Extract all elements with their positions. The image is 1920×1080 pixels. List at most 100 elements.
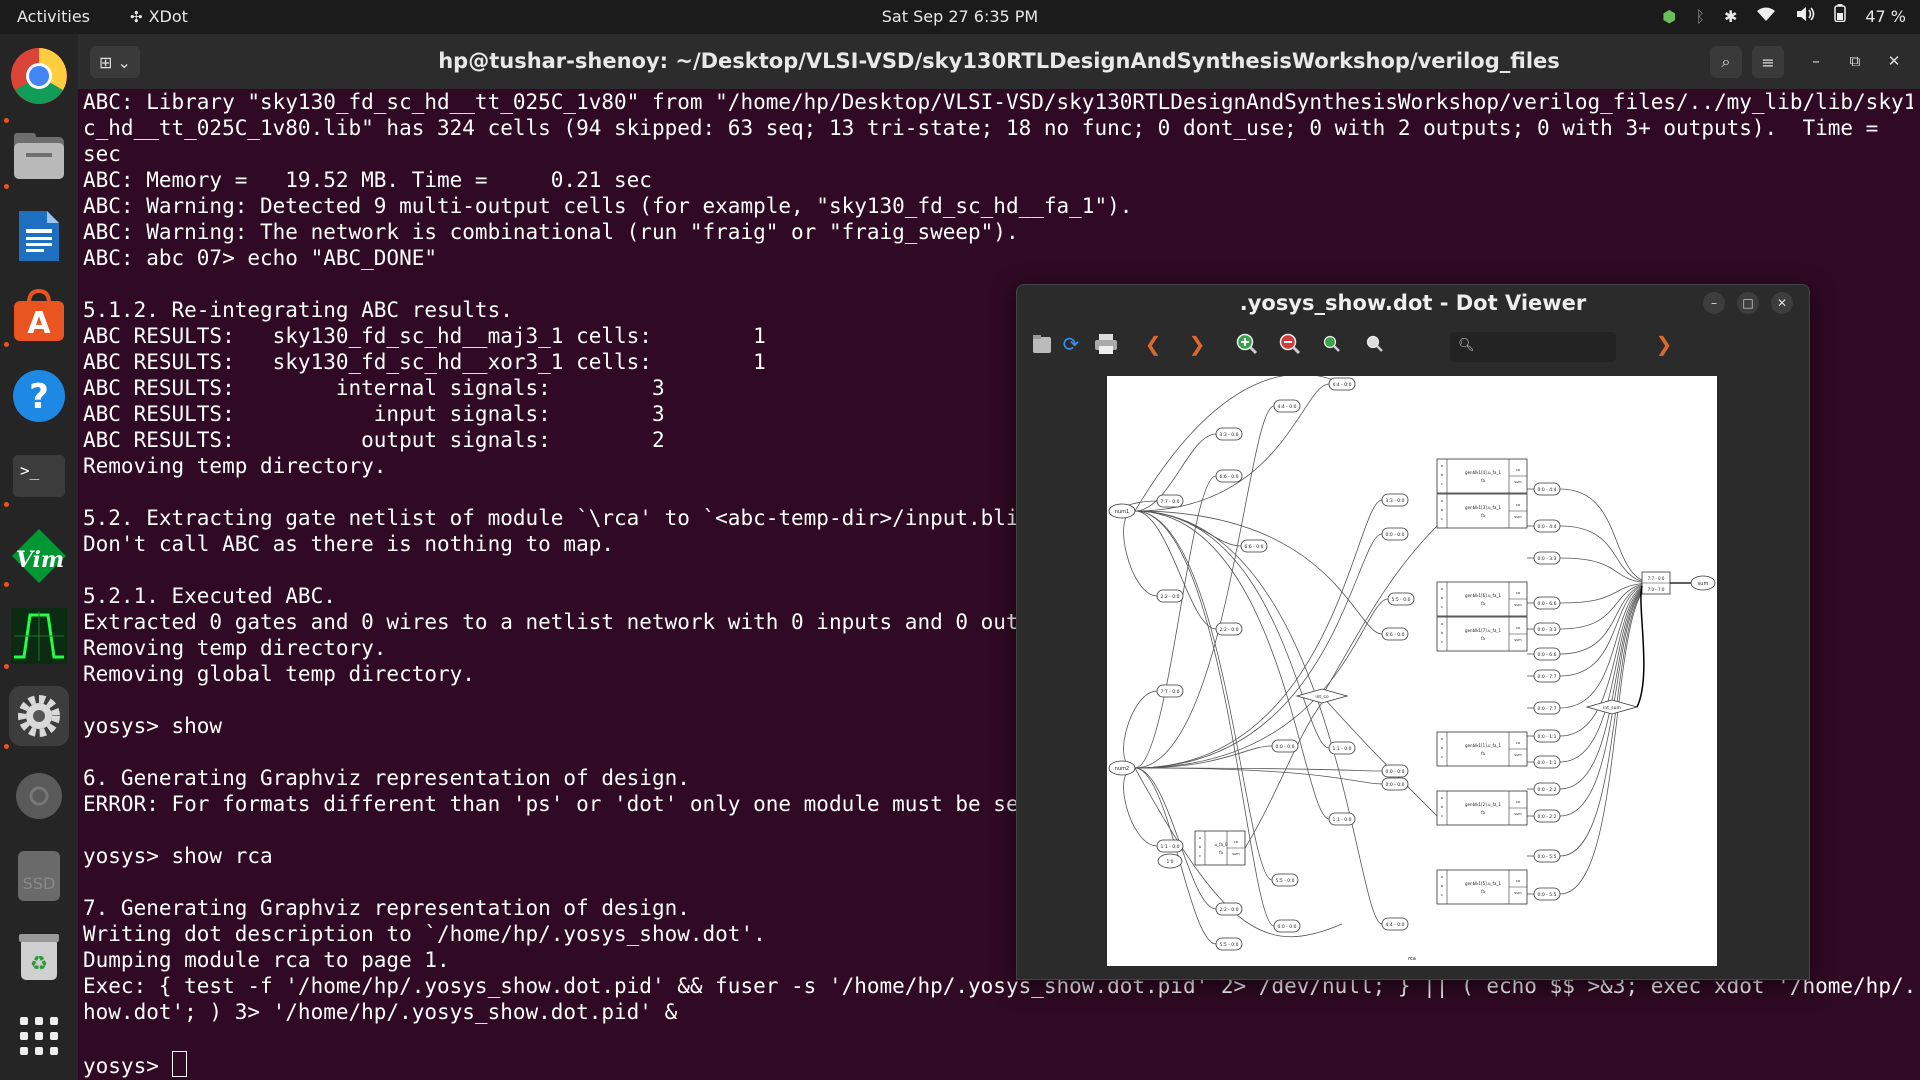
slice-node-label: 0:0 - 3:3 [1538, 627, 1557, 633]
forward-icon[interactable]: ❯ [1182, 329, 1212, 359]
slice-node-label: 0:0 - 5:5 [1538, 854, 1557, 860]
slice-node-label: 2:2 - 0:0 [1220, 907, 1239, 913]
wifi-icon[interactable] [1756, 0, 1776, 34]
dot-viewer-titlebar[interactable]: .yosys_show.dot - Dot Viewer – □ ✕ [1017, 285, 1809, 319]
cell-output-port: sum [1232, 852, 1240, 856]
cell-output-port: sum [1514, 753, 1522, 757]
prompt-line[interactable]: yosys> [83, 1051, 1913, 1078]
maximize-icon[interactable]: □ [1737, 292, 1759, 314]
open-file-icon[interactable] [1027, 329, 1057, 359]
dot-viewer-toolbar: ⟳ ❮ ❯ 🔍︎ ❯ [1017, 319, 1809, 369]
slice-node-label: 0:0 - 7:7 [1538, 674, 1557, 680]
system-tray[interactable]: ⬢ ᛒ ✱ 47 % [1662, 0, 1906, 34]
svg-text:♻: ♻ [30, 951, 48, 975]
dot-viewer-window[interactable]: .yosys_show.dot - Dot Viewer – □ ✕ ⟳ ❮ ❯… [1016, 284, 1810, 980]
slice-node-label: 0:0 - 0:0 [1386, 769, 1405, 775]
slice-node-label: 4:4 - 0:0 [1278, 404, 1297, 410]
battery-icon[interactable] [1834, 0, 1847, 34]
dock: A ? >_ Vim SSD ♻ [0, 34, 78, 1080]
text-cursor [171, 1051, 187, 1077]
app-menu[interactable]: ✣ XDot [130, 0, 188, 34]
close-icon[interactable]: ✕ [1771, 292, 1793, 314]
slice-node-label: 0:0 - 1:1 [1538, 760, 1557, 766]
terminal-line: ABC: Warning: Detected 9 multi-output ce… [83, 194, 1133, 218]
slice-node-label: 0:0 - 4:4 [1538, 524, 1557, 530]
cell-label: u_fa_0 [1215, 842, 1228, 847]
cell-input-port: a [1441, 587, 1443, 591]
slice-node-label: 0:0 - 2:2 [1538, 787, 1557, 793]
slice-node-label: 0:0 - 6:6 [1538, 601, 1557, 607]
close-icon[interactable]: ✕ [1881, 48, 1907, 74]
cell-output-port: co [1516, 800, 1520, 804]
svg-text:>_: >_ [20, 461, 40, 480]
menu-icon[interactable]: ≡ [1752, 46, 1784, 78]
cell-input-port: c [1441, 640, 1443, 644]
vim-icon[interactable]: Vim [9, 526, 69, 586]
cell-type-label: fa [1481, 478, 1485, 483]
accessibility-icon[interactable]: ✱ [1724, 0, 1737, 34]
disc-icon[interactable] [9, 766, 69, 826]
terminal-icon[interactable]: >_ [9, 446, 69, 506]
cell-label: genblk1[6].u_fa_1 [1465, 593, 1501, 598]
cell-input-port: a [1199, 836, 1201, 840]
slice-node-label: 2:2 - 0:0 [1161, 594, 1180, 600]
clock[interactable]: Sat Sep 27 6:35 PM [882, 7, 1038, 26]
find-input[interactable]: 🔍︎ [1450, 332, 1616, 362]
running-indicator [4, 118, 9, 123]
zoom-in-icon[interactable] [1232, 329, 1262, 359]
restore-icon[interactable]: ⧉ [1842, 48, 1868, 74]
shield-icon[interactable]: ⬢ [1662, 0, 1676, 34]
volume-icon[interactable] [1795, 0, 1815, 34]
cell-label: genblk1[7].u_fa_1 [1465, 628, 1501, 633]
concat-label: 7:7 - 0:0 [1648, 576, 1665, 581]
zoom-out-icon[interactable] [1275, 329, 1305, 359]
settings-icon[interactable] [9, 686, 69, 746]
terminal-titlebar[interactable]: ⊞ ⌄ hp@tushar-shenoy: ~/Desktop/VLSI-VSD… [78, 34, 1920, 89]
slice-node-label: 0:0 - 1:1 [1538, 734, 1557, 740]
cell-label: genblk1[2].u_fa_1 [1465, 802, 1501, 807]
graph-canvas[interactable]: num1 num2 sum 4:4 - 0:0 4:4 - 0:0 3:3 - 0:0 6:… [1107, 376, 1717, 966]
find-next-icon[interactable]: ❯ [1649, 329, 1679, 359]
cell-type-label: fa [1481, 636, 1485, 641]
reload-icon[interactable]: ⟳ [1056, 329, 1086, 359]
bluetooth-icon[interactable]: ᛒ [1695, 0, 1705, 34]
activities-button[interactable]: Activities [17, 0, 90, 34]
waveform-viewer-icon[interactable] [9, 606, 69, 666]
cell-output-port: sum [1514, 603, 1522, 607]
print-icon[interactable] [1091, 329, 1121, 359]
find-icon: 🔍︎ [1458, 338, 1475, 353]
cell-output-port: co [1516, 741, 1520, 745]
cell-output-port: co [1516, 503, 1520, 507]
app-center-icon[interactable]: A [9, 286, 69, 346]
svg-text:?: ? [29, 377, 49, 417]
slice-node-label: 1:1 - 0:0 [1333, 746, 1352, 752]
ssd-icon[interactable]: SSD [9, 846, 69, 906]
terminal-line: ABC: Library "sky130_fd_sc_hd__tt_025C_1… [83, 90, 1913, 114]
terminal-line: ABC: Warning: The network is combination… [83, 220, 1019, 244]
slice-node-label: 0:0 - 3:3 [1538, 556, 1557, 562]
zoom-100-icon[interactable] [1360, 329, 1390, 359]
trash-icon[interactable]: ♻ [9, 926, 69, 986]
slice-node-label: 1:1 - 0:0 [1333, 817, 1352, 823]
search-icon[interactable]: ⌕ [1710, 46, 1742, 78]
help-icon[interactable]: ? [9, 366, 69, 426]
cell-type-label: fa [1481, 889, 1485, 894]
battery-percent: 47 % [1865, 7, 1906, 26]
zoom-fit-icon[interactable] [1317, 329, 1347, 359]
files-icon[interactable] [9, 126, 69, 186]
app-grid-icon[interactable] [9, 1006, 69, 1066]
slice-node-label: 3:3 - 0:0 [1386, 498, 1405, 504]
back-icon[interactable]: ❮ [1138, 329, 1168, 359]
slice-node-label: 4:4 - 0:0 [1333, 382, 1352, 388]
minimize-icon[interactable]: – [1703, 292, 1725, 314]
module-name-label: rca [1408, 956, 1416, 962]
svg-text:Vim: Vim [16, 547, 64, 573]
chrome-icon[interactable] [9, 46, 69, 106]
cell-output-port: sum [1514, 515, 1522, 519]
writer-icon[interactable] [9, 206, 69, 266]
cell-output-port: sum [1514, 480, 1522, 484]
slice-node-label: 0:0 - 4:4 [1538, 487, 1557, 493]
cell-type-label: fa [1481, 751, 1485, 756]
minimize-icon[interactable]: – [1803, 48, 1829, 74]
slice-node-label: 7:7 - 0:0 [1161, 499, 1180, 505]
